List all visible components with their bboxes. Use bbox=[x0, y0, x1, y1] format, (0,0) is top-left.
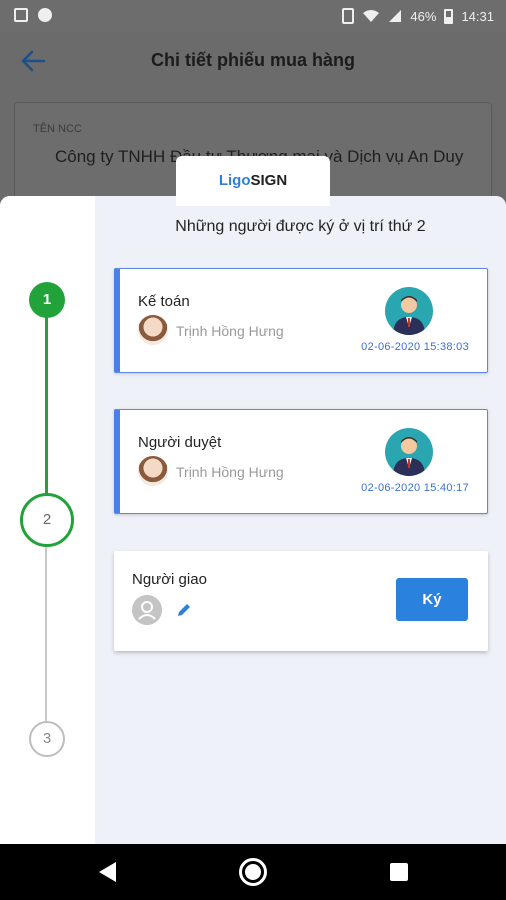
step-progress-line bbox=[45, 300, 48, 500]
signed-timestamp: 02-06-2020 15:40:17 bbox=[361, 482, 469, 494]
avatar bbox=[138, 456, 168, 486]
signer-card-nguoi-giao: Người giao Ký bbox=[114, 551, 488, 651]
businessman-icon bbox=[385, 428, 433, 476]
step-3[interactable]: 3 bbox=[29, 721, 65, 757]
nav-recents-icon[interactable] bbox=[390, 863, 408, 881]
signal-icon bbox=[389, 10, 402, 22]
signer-card-ke-toan[interactable]: Kế toán Trịnh Hồng Hưng 02-06-2020 15:38… bbox=[114, 268, 488, 373]
vibrate-icon bbox=[342, 8, 355, 24]
signer-role: Người duyệt bbox=[138, 434, 222, 451]
signer-role: Kế toán bbox=[138, 293, 190, 310]
system-nav-bar bbox=[0, 844, 506, 900]
record-notification-icon bbox=[38, 8, 52, 22]
brand-suffix: SIGN bbox=[250, 172, 288, 189]
clock: 14:31 bbox=[461, 8, 494, 24]
sheet-title: Những người được ký ở vị trí thứ 2 bbox=[175, 218, 426, 235]
app-bar: Chi tiết phiếu mua hàng bbox=[0, 32, 506, 90]
edit-pencil-icon[interactable] bbox=[176, 602, 192, 618]
sign-button[interactable]: Ký bbox=[396, 578, 468, 621]
signer-card-nguoi-duyet[interactable]: Người duyệt Trịnh Hồng Hưng 02-06-2020 1… bbox=[114, 409, 488, 514]
page-title: Chi tiết phiếu mua hàng bbox=[150, 50, 355, 70]
brand-prefix: Ligo bbox=[218, 172, 251, 189]
step-pending-line bbox=[45, 546, 47, 722]
businessman-icon bbox=[385, 287, 433, 335]
step-2[interactable]: 2 bbox=[20, 493, 74, 547]
user-placeholder-icon bbox=[132, 595, 162, 625]
step-rail: 1 2 3 bbox=[0, 196, 95, 844]
wifi-icon bbox=[363, 10, 380, 22]
signers-sheet: 1 2 3 Những người được ký ở vị trí thứ 2… bbox=[0, 196, 506, 844]
step-1[interactable]: 1 bbox=[29, 282, 65, 318]
nav-back-icon[interactable] bbox=[96, 860, 120, 884]
avatar bbox=[138, 315, 168, 345]
nav-home-icon[interactable] bbox=[239, 858, 267, 886]
battery-percent: 46% bbox=[410, 8, 437, 24]
signer-name: Trịnh Hồng Hưng bbox=[176, 323, 284, 339]
supplier-label: TÊN NCC bbox=[33, 123, 82, 135]
image-notification-icon bbox=[14, 8, 28, 22]
signer-role: Người giao bbox=[132, 571, 207, 588]
signed-timestamp: 02-06-2020 15:38:03 bbox=[361, 341, 469, 353]
battery-icon bbox=[444, 8, 454, 24]
status-bar: 46% 14:31 bbox=[0, 0, 506, 32]
ligosign-tab[interactable]: LigoSIGN bbox=[176, 156, 330, 206]
signer-name: Trịnh Hồng Hưng bbox=[176, 464, 284, 480]
